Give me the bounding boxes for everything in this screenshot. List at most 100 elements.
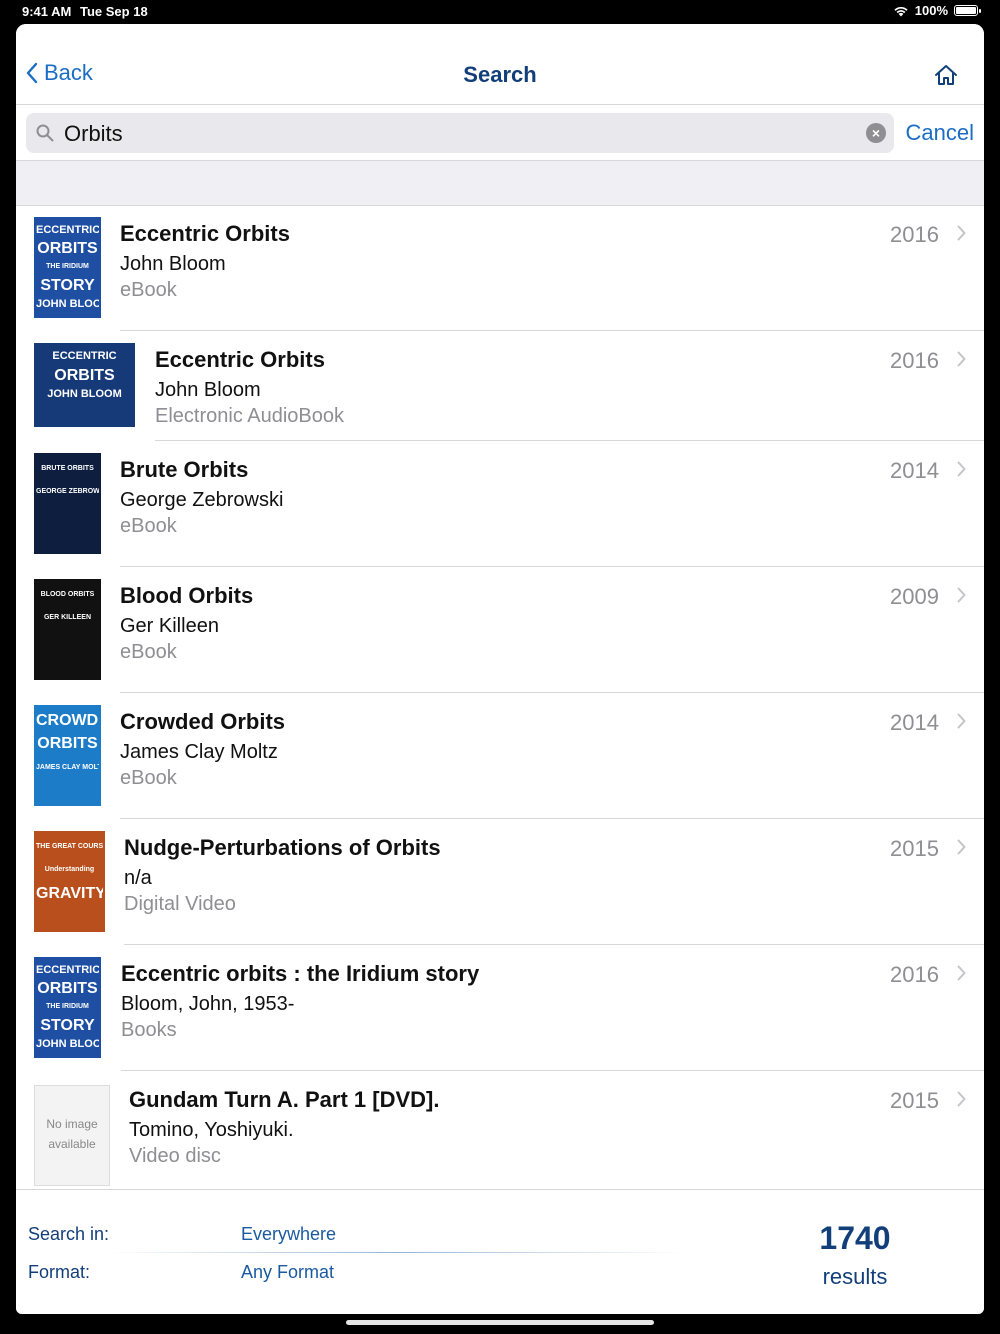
result-title: Eccentric Orbits xyxy=(155,347,325,372)
result-row[interactable]: BLOOD ORBITS GER KILLEEN Blood Orbits Ger K… xyxy=(16,567,984,693)
cover-image: BRUTE ORBITS GEORGE ZEBROWSKI xyxy=(34,453,101,554)
home-icon xyxy=(935,65,957,85)
result-row[interactable]: BRUTE ORBITS GEORGE ZEBROWSKI Brute Orbits… xyxy=(16,441,984,567)
result-format: Electronic AudioBook xyxy=(155,405,345,427)
result-format: eBook xyxy=(120,279,177,301)
format-value[interactable]: Any Format xyxy=(241,1262,334,1283)
result-format: Video disc xyxy=(129,1145,221,1167)
result-row[interactable]: No image available Gundam Turn A. Part 1 [… xyxy=(16,1071,984,1189)
result-year: 2016 xyxy=(890,962,939,987)
page-title: Search xyxy=(463,62,537,87)
cover-text: GRAVITY xyxy=(36,884,103,902)
cover-image: No image available xyxy=(34,1085,110,1186)
cover-text: Understanding xyxy=(44,866,95,874)
cover-text: STORY xyxy=(40,276,95,294)
chevron-right-icon xyxy=(957,587,966,603)
home-button[interactable] xyxy=(934,64,958,91)
result-author: n/a xyxy=(124,867,152,889)
result-title: Blood Orbits xyxy=(120,583,254,608)
cover-text: THE GREAT COURSES xyxy=(36,843,103,850)
clear-icon[interactable]: × xyxy=(866,123,886,143)
result-author: Tomino, Yoshiyuki. xyxy=(129,1119,294,1141)
result-author: John Bloom xyxy=(120,253,226,275)
result-year: 2014 xyxy=(890,458,939,483)
cancel-button[interactable]: Cancel xyxy=(906,120,974,146)
cover-text: JOHN BLOOM xyxy=(36,298,99,311)
result-row[interactable]: ECCENTRIC ORBITS THE IRIDIUM STORY JOHN BLOO… xyxy=(16,945,984,1071)
chevron-right-icon xyxy=(957,351,966,367)
result-title: Crowded Orbits xyxy=(120,709,286,734)
cover-text: ORBITS xyxy=(37,979,98,997)
cover-text: JAMES CLAY MOLTZ xyxy=(36,763,99,771)
result-title: Gundam Turn A. Part 1 [DVD]. xyxy=(129,1087,440,1112)
results-list[interactable]: ECCENTRIC ORBITS THE IRIDIUM STORY JOHN BLOO… xyxy=(16,205,984,1189)
result-year: 2016 xyxy=(890,222,939,247)
cover-text: ECCENTRIC xyxy=(36,964,99,976)
search-field-container: × xyxy=(26,113,894,153)
cover-text: available xyxy=(48,1137,96,1151)
battery-icon xyxy=(954,5,981,16)
cover-text: ORBITS xyxy=(37,239,98,257)
cover-image: ECCENTRIC ORBITS JOHN BLOOM xyxy=(34,343,135,427)
result-row[interactable]: ECCENTRIC ORBITS JOHN BLOOM Eccentric Orbit… xyxy=(16,331,984,441)
result-author: George Zebrowski xyxy=(120,489,284,511)
results-count-label: results xyxy=(822,1264,888,1289)
status-time: 9:41 AM xyxy=(22,4,72,19)
section-spacer xyxy=(16,161,984,206)
search-bar: × Cancel xyxy=(16,105,984,161)
result-author: James Clay Moltz xyxy=(120,741,278,763)
cover-text: ECCENTRIC xyxy=(52,350,117,362)
result-year: 2016 xyxy=(890,348,939,373)
results-count: 1740 xyxy=(819,1220,891,1256)
cover-text: ORBITS xyxy=(54,367,115,384)
cover-text: BLOOD ORBITS xyxy=(40,591,95,598)
cover-text: THE IRIDIUM xyxy=(46,263,89,271)
cover-text: GER KILLEEN xyxy=(43,614,92,622)
cover-text: CROWDED xyxy=(36,712,99,729)
navigation-bar: Back Search xyxy=(16,24,984,105)
chevron-right-icon xyxy=(957,839,966,855)
result-year: 2014 xyxy=(890,710,939,735)
result-format: eBook xyxy=(120,767,177,789)
battery-percent: 100% xyxy=(914,3,948,18)
search-sheet: Back Search × Cancel ECCENTRIC ORBITS THE … xyxy=(16,24,984,1314)
result-title: Eccentric Orbits xyxy=(120,221,290,246)
cover-text: GEORGE ZEBROWSKI xyxy=(36,488,99,496)
cover-image: ECCENTRIC ORBITS THE IRIDIUM STORY JOHN BLOO… xyxy=(34,217,101,318)
result-title: Nudge-Perturbations of Orbits xyxy=(124,835,441,860)
result-row[interactable]: ECCENTRIC ORBITS THE IRIDIUM STORY JOHN BLOO… xyxy=(16,205,984,331)
result-title: Brute Orbits xyxy=(120,457,249,482)
chevron-right-icon xyxy=(957,965,966,981)
status-bar: 9:41 AM Tue Sep 18 100% xyxy=(0,0,1000,24)
result-row[interactable]: CROWDED ORBITS JAMES CLAY MOLTZ Crowded Orb… xyxy=(16,693,984,819)
cover-text: ORBITS xyxy=(37,735,98,753)
cover-text: STORY xyxy=(40,1016,95,1034)
search-options-footer: Search in: Everywhere Format: Any Format… xyxy=(16,1189,984,1314)
result-year: 2015 xyxy=(890,1088,939,1113)
result-year: 2015 xyxy=(890,836,939,861)
cover-image: ECCENTRIC ORBITS THE IRIDIUM STORY JOHN BLOO… xyxy=(34,957,101,1058)
cover-image: CROWDED ORBITS JAMES CLAY MOLTZ xyxy=(34,705,101,806)
cover-image: BLOOD ORBITS GER KILLEEN xyxy=(34,579,101,680)
result-year: 2009 xyxy=(890,584,939,609)
result-author: Ger Killeen xyxy=(120,615,219,637)
cover-text: BRUTE ORBITS xyxy=(41,465,94,472)
result-row[interactable]: THE GREAT COURSES Understanding GRAVITY Nud… xyxy=(16,819,984,945)
cover-image: THE GREAT COURSES Understanding GRAVITY xyxy=(34,831,105,932)
result-title: Eccentric orbits : the Iridium story xyxy=(121,961,480,986)
cover-text: No image xyxy=(46,1117,98,1131)
status-right: 100% xyxy=(893,3,981,18)
wifi-icon xyxy=(894,6,908,16)
chevron-right-icon xyxy=(957,1091,966,1107)
chevron-right-icon xyxy=(957,461,966,477)
result-author: Bloom, John, 1953- xyxy=(121,993,295,1015)
cover-text: THE IRIDIUM xyxy=(46,1003,89,1011)
search-in-value[interactable]: Everywhere xyxy=(241,1224,336,1245)
cover-text: JOHN BLOOM xyxy=(36,1038,99,1051)
search-icon xyxy=(36,124,54,142)
result-format: Books xyxy=(121,1019,177,1041)
cover-text: ECCENTRIC xyxy=(36,224,99,236)
result-format: eBook xyxy=(120,641,177,663)
search-input[interactable] xyxy=(62,119,856,149)
home-indicator[interactable] xyxy=(346,1320,654,1325)
